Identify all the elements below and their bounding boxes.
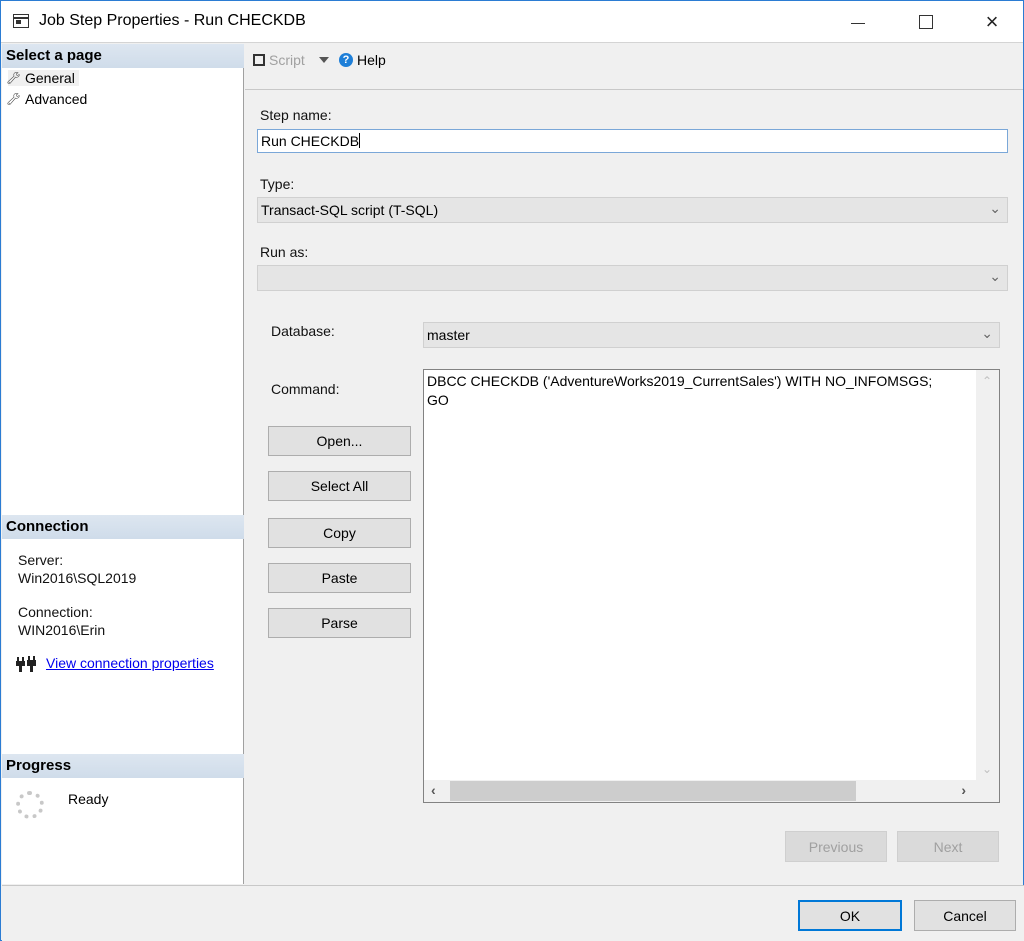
scroll-down-icon[interactable]: ⌄ [982, 762, 992, 776]
cancel-button[interactable]: Cancel [914, 900, 1016, 931]
command-text[interactable]: DBCC CHECKDB ('AdventureWorks2019_Curren… [427, 372, 932, 410]
type-dropdown[interactable]: Transact-SQL script (T-SQL) ⌄ [257, 197, 1008, 223]
minimize-icon [851, 22, 865, 24]
help-button[interactable]: ? Help [339, 52, 386, 68]
wrench-icon: 🔧︎ [5, 92, 21, 106]
run-as-dropdown[interactable]: ⌄ [257, 265, 1008, 291]
text-caret [359, 133, 361, 148]
connection-label: Connection: [18, 604, 93, 620]
left-panel: Select a page 🔧︎ General 🔧︎ Advanced Con… [2, 44, 244, 884]
connection-value: WIN2016\Erin [18, 622, 106, 638]
progress-status: Ready [68, 791, 109, 807]
window-app-icon [13, 14, 29, 28]
chevron-down-icon: ⌄ [989, 200, 1001, 216]
progress-spinner-icon [16, 791, 44, 819]
close-icon: × [985, 9, 999, 34]
window-title: Job Step Properties - Run CHECKDB [39, 12, 306, 29]
step-name-label: Step name: [260, 107, 332, 123]
select-all-button[interactable]: Select All [268, 471, 411, 501]
page-item-general[interactable]: 🔧︎ General [5, 70, 79, 86]
chevron-down-icon: ⌄ [989, 268, 1001, 284]
help-icon: ? [339, 53, 353, 67]
paste-button[interactable]: Paste [268, 563, 411, 593]
type-label: Type: [260, 176, 295, 192]
server-value: Win2016\SQL2019 [18, 570, 137, 586]
horizontal-scrollbar[interactable]: ‹ › [424, 780, 999, 802]
previous-button[interactable]: Previous [785, 831, 887, 862]
next-button[interactable]: Next [897, 831, 999, 862]
maximize-button[interactable] [903, 1, 949, 43]
page-item-label: General [25, 70, 75, 86]
command-label: Command: [271, 381, 340, 397]
horizontal-scroll-thumb[interactable] [450, 781, 856, 801]
connection-plug-icon [16, 656, 36, 672]
title-bar: Job Step Properties - Run CHECKDB × [1, 1, 1023, 43]
parse-button[interactable]: Parse [268, 608, 411, 638]
progress-header: Progress [2, 754, 244, 778]
scroll-up-icon[interactable]: ⌃ [982, 374, 992, 388]
step-name-input[interactable]: Run CHECKDB [257, 129, 1008, 153]
open-button[interactable]: Open... [268, 426, 411, 456]
script-icon [253, 54, 265, 66]
step-name-value: Run CHECKDB [261, 133, 360, 149]
chevron-down-icon: ⌄ [981, 325, 993, 341]
type-value: Transact-SQL script (T-SQL) [261, 202, 439, 218]
command-textarea[interactable]: DBCC CHECKDB ('AdventureWorks2019_Curren… [423, 369, 1000, 803]
job-step-properties-window: Job Step Properties - Run CHECKDB × Sele… [0, 0, 1024, 941]
script-label: Script [269, 52, 305, 68]
minimize-button[interactable] [835, 1, 881, 43]
page-item-advanced[interactable]: 🔧︎ Advanced [5, 91, 88, 107]
connection-header: Connection [2, 515, 244, 539]
select-a-page-header: Select a page [2, 44, 244, 68]
database-value: master [427, 327, 470, 343]
script-dropdown-arrow-icon[interactable] [319, 57, 329, 63]
page-item-label: Advanced [25, 91, 88, 107]
script-button[interactable]: Script [253, 52, 305, 68]
close-button[interactable]: × [969, 1, 1015, 43]
scroll-right-icon[interactable]: › [961, 782, 966, 798]
maximize-icon [919, 15, 933, 29]
database-label: Database: [271, 323, 335, 339]
view-connection-properties-link[interactable]: View connection properties [46, 655, 214, 671]
help-label: Help [357, 52, 386, 68]
copy-button[interactable]: Copy [268, 518, 411, 548]
dialog-footer: OK Cancel [2, 885, 1024, 941]
general-page-content: Step name: Run CHECKDB Type: Transact-SQ… [245, 91, 1023, 884]
server-label: Server: [18, 552, 64, 568]
scroll-left-icon[interactable]: ‹ [431, 782, 436, 798]
ok-button[interactable]: OK [798, 900, 902, 931]
toolbar: Script ? Help [245, 44, 1023, 90]
run-as-label: Run as: [260, 244, 309, 260]
vertical-scrollbar[interactable]: ⌃ ⌄ [976, 370, 999, 780]
database-dropdown[interactable]: master ⌄ [423, 322, 1000, 348]
wrench-icon: 🔧︎ [5, 71, 21, 85]
